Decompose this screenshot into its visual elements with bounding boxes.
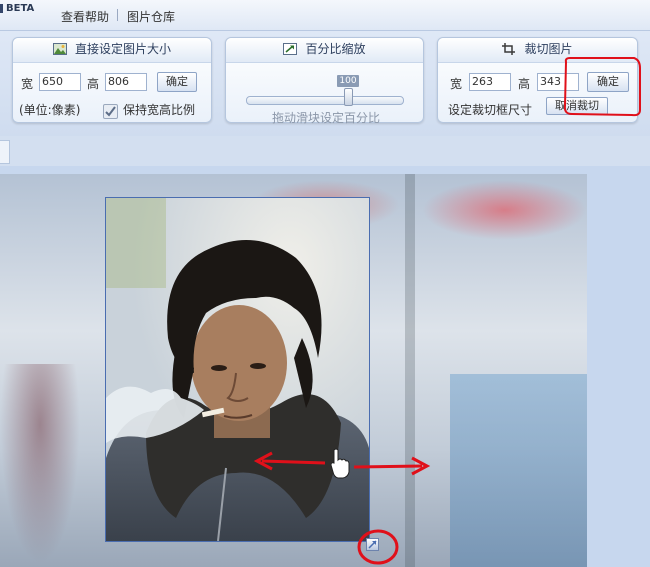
crop-resize-handle[interactable] [366,538,379,551]
resize-width-label: 宽 [21,77,34,91]
beta-badge: BETA [6,3,35,14]
image-icon [52,40,67,55]
resize-panel: 直接设定图片大小 宽 650 高 806 确定 (单位:像素) 保持宽高比例 [12,37,212,123]
status-strip [0,136,650,166]
side-tab[interactable] [0,140,10,164]
toolbar: 直接设定图片大小 宽 650 高 806 确定 (单位:像素) 保持宽高比例 百… [0,31,650,136]
resize-grip-icon [368,540,377,549]
crop-icon [502,40,516,55]
resize-height-input[interactable]: 806 [105,73,147,91]
menu-gallery[interactable]: 图片仓库 [127,8,175,25]
background-shape [405,174,415,567]
resize-arrow-icon [283,40,298,55]
crop-width-label: 宽 [450,77,463,91]
checkmark-icon [105,106,116,117]
menu-help[interactable]: 查看帮助 [61,8,109,25]
top-bar: BETA 查看帮助 图片仓库 [0,0,650,31]
menu-separator [117,9,118,21]
crop-panel-header: 裁切图片 [438,38,637,63]
scale-hint: 拖动滑块设定百分比 [272,111,381,125]
resize-confirm-button[interactable]: 确定 [157,72,197,92]
crop-box[interactable] [105,197,370,542]
scale-slider-track[interactable] [246,96,404,105]
background-shape [450,374,587,567]
scale-panel-header: 百分比缩放 [226,38,423,63]
crop-confirm-button[interactable]: 确定 [587,72,629,92]
keep-ratio-checkbox[interactable] [103,104,118,119]
resize-width-input[interactable]: 650 [39,73,81,91]
background-shape [0,364,80,564]
resize-height-label: 高 [87,77,100,91]
crop-height-input[interactable]: 343 [537,73,579,91]
crop-size-hint: 设定裁切框尺寸 [448,103,533,117]
scale-slider-thumb[interactable] [344,88,353,106]
photo-subject [106,198,369,541]
logo-mark [0,4,3,13]
scale-value: 100 [337,75,359,87]
crop-panel-title: 裁切图片 [524,42,573,56]
crop-panel: 裁切图片 宽 263 高 343 确定 设定裁切框尺寸 取消裁切 [437,37,638,123]
resize-panel-header: 直接设定图片大小 [13,38,211,63]
unit-note: (单位:像素) [19,103,81,117]
crop-cancel-button[interactable]: 取消裁切 [546,97,608,115]
background-shape [422,180,587,240]
keep-ratio-label: 保持宽高比例 [123,103,196,117]
crop-width-input[interactable]: 263 [469,73,511,91]
crop-height-label: 高 [518,77,531,91]
resize-panel-title: 直接设定图片大小 [74,42,171,56]
scale-panel: 百分比缩放 100 拖动滑块设定百分比 [225,37,424,125]
scale-panel-title: 百分比缩放 [305,42,366,56]
